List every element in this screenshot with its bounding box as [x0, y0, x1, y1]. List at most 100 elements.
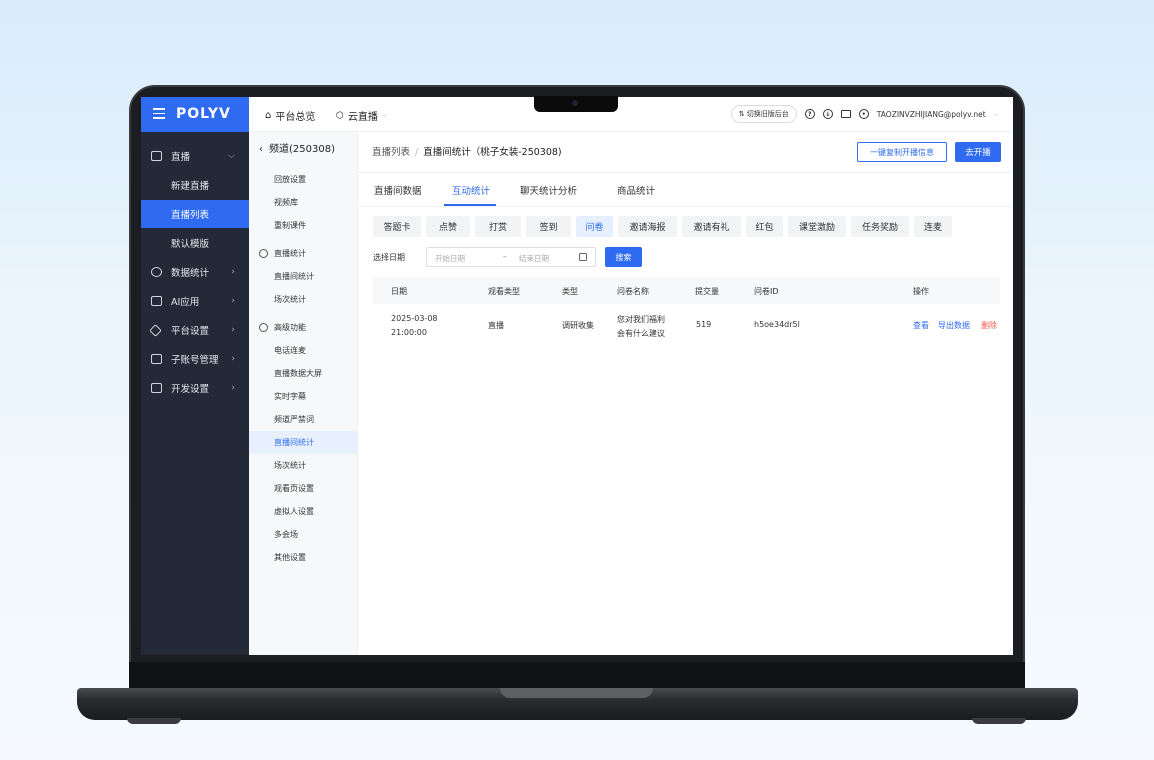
channel-item-playback-settings[interactable]: 回放设置 [249, 168, 358, 191]
channel-item-other-settings[interactable]: 其他设置 [249, 546, 358, 569]
chip-class-incentive[interactable]: 课堂激励 [788, 216, 846, 237]
user-account[interactable]: TAOZINVZHIJIANG@polyv.net [877, 110, 986, 119]
layers-icon [149, 323, 162, 337]
nav-platform-overview[interactable]: ⌂ 平台总览 [265, 108, 315, 123]
stats-icon [259, 249, 268, 258]
sidebar-item-data-stats[interactable]: 数据统计 › [141, 258, 249, 286]
chip-questionnaire[interactable]: 问卷 [576, 216, 613, 237]
main-sidebar: 直播 ⌵ 新建直播 直播列表 默认模版 数据统计 › AI应用 › 平台设置 › [141, 132, 249, 655]
channel-item-session-stats-2[interactable]: 场次统计 [249, 454, 358, 477]
sidebar-item-new-live[interactable]: 新建直播 [141, 171, 249, 199]
gear-icon [259, 323, 268, 332]
video-icon [151, 151, 162, 161]
menu-icon[interactable] [153, 108, 165, 120]
channel-group-advanced: 高级功能 [249, 316, 358, 339]
row-type: 调研收集 [562, 321, 594, 330]
col-date: 日期 [391, 287, 407, 296]
col-actions: 操作 [913, 287, 929, 296]
channel-item-multi-venue[interactable]: 多会场 [249, 523, 358, 546]
table-header: 日期 观看类型 类型 问卷名称 提交量 问卷ID 操作 [373, 277, 1000, 304]
calendar-icon[interactable] [579, 253, 587, 261]
channel-item-video-library[interactable]: 视频库 [249, 191, 358, 214]
channel-item-phone-mic[interactable]: 电话连麦 [249, 339, 358, 362]
tab-chat-analysis[interactable]: 聊天统计分析 [520, 183, 577, 197]
chevron-right-icon: › [231, 383, 235, 393]
chip-answer-card[interactable]: 答题卡 [373, 216, 421, 237]
download-icon[interactable]: ↓ [822, 109, 833, 119]
export-data-link[interactable]: 导出数据 [938, 320, 970, 331]
chip-task-reward[interactable]: 任务奖励 [851, 216, 909, 237]
tabs: 直播间数据 互动统计 聊天统计分析 商品统计 [358, 173, 1013, 207]
row-name-line1: 您对我们福利 [617, 315, 665, 324]
sidebar-item-live[interactable]: 直播 ⌵ [141, 142, 249, 170]
chip-red-packet[interactable]: 红包 [746, 216, 783, 237]
channel-item-remake-courseware[interactable]: 重制课件 [249, 214, 358, 237]
date-end-input[interactable]: 结束日期 [519, 253, 549, 264]
col-count: 提交量 [695, 287, 719, 296]
col-type: 类型 [562, 287, 578, 296]
chip-invite-poster[interactable]: 邀请海报 [618, 216, 677, 237]
col-id: 问卷ID [754, 287, 779, 296]
screen: POLYV ⌂ 平台总览 ⬡ 云直播 ⌵ ⇅ 切换旧版后台 ? ↓ • TAOZ… [141, 97, 1013, 655]
chip-reward[interactable]: 打赏 [475, 216, 521, 237]
row-time: 21:00:00 [391, 328, 427, 337]
channel-item-session-stats[interactable]: 场次统计 [249, 288, 358, 311]
cube-icon: ⬡ [336, 110, 344, 121]
copy-live-info-button[interactable]: 一键复制开播信息 [857, 142, 947, 162]
logo: POLYV [176, 106, 231, 122]
tab-interaction-stats[interactable]: 互动统计 [452, 183, 490, 197]
laptop-base-notch [500, 688, 653, 698]
channel-item-room-stats-active[interactable]: 直播间统计 [249, 431, 358, 454]
code-icon [151, 383, 162, 393]
channel-item-subtitles[interactable]: 实时字幕 [249, 385, 358, 408]
chip-checkin[interactable]: 签到 [526, 216, 571, 237]
channel-item-data-screen[interactable]: 直播数据大屏 [249, 362, 358, 385]
date-label: 选择日期 [373, 253, 405, 262]
row-date: 2025-03-08 [391, 314, 438, 323]
page-title: 直播间统计（桃子女装-250308) [423, 147, 562, 158]
chip-like[interactable]: 点赞 [426, 216, 470, 237]
chevron-down-icon: ⌵ [381, 111, 388, 119]
delete-link[interactable]: 删除 [981, 320, 997, 331]
sidebar-item-ai[interactable]: AI应用 › [141, 287, 249, 315]
channel-item-watch-page[interactable]: 观看页设置 [249, 477, 358, 500]
tab-product-stats[interactable]: 商品统计 [617, 183, 655, 197]
channel-item-banned-words[interactable]: 频道严禁词 [249, 408, 358, 431]
chip-mic-link[interactable]: 连麦 [914, 216, 952, 237]
channel-title[interactable]: ‹ 频道(250308) [259, 140, 335, 155]
mail-icon[interactable] [840, 110, 851, 118]
view-link[interactable]: 查看 [913, 320, 929, 331]
chart-icon [151, 267, 162, 277]
breadcrumb-root[interactable]: 直播列表 [372, 147, 410, 158]
help-icon[interactable]: ? [804, 109, 815, 119]
sidebar-item-platform-settings[interactable]: 平台设置 › [141, 316, 249, 344]
nav-cloud-live[interactable]: ⬡ 云直播 ⌵ [336, 108, 388, 124]
sidebar-item-dev-settings[interactable]: 开发设置 › [141, 374, 249, 402]
sidebar-item-default-template[interactable]: 默认模版 [141, 229, 249, 257]
chip-invite-gift[interactable]: 邀请有礼 [682, 216, 741, 237]
switch-icon: ⇅ [738, 110, 745, 118]
breadcrumb: 直播列表 / 直播间统计（桃子女装-250308) [372, 147, 562, 158]
camera-notch [534, 96, 618, 112]
start-live-button[interactable]: 去开播 [955, 142, 1001, 162]
sidebar-item-live-list[interactable]: 直播列表 [141, 200, 249, 228]
chevron-left-icon[interactable]: ‹ [259, 144, 263, 155]
date-range-picker[interactable]: 开始日期 – 结束日期 [426, 247, 596, 267]
tab-room-data[interactable]: 直播间数据 [374, 183, 422, 197]
chevron-right-icon: › [231, 296, 235, 306]
account-icon [151, 354, 162, 364]
chevron-right-icon: › [231, 267, 235, 277]
user-icon[interactable]: • [858, 109, 869, 119]
table-row: 2025-03-08 21:00:00 直播 调研收集 您对我们福利 会有什么建… [373, 304, 1000, 354]
date-start-input[interactable]: 开始日期 [435, 253, 465, 264]
sidebar-item-sub-accounts[interactable]: 子账号管理 › [141, 345, 249, 373]
chevron-down-icon[interactable]: ⌵ [994, 110, 999, 119]
row-name-line2: 会有什么建议 [617, 329, 665, 338]
top-right-tools: ⇅ 切换旧版后台 ? ↓ • TAOZINVZHIJIANG@polyv.net… [730, 105, 999, 123]
channel-item-virtual-human[interactable]: 虚拟人设置 [249, 500, 358, 523]
channel-item-room-stats[interactable]: 直播间统计 [249, 265, 358, 288]
switch-old-version-button[interactable]: ⇅ 切换旧版后台 [730, 105, 797, 123]
search-button[interactable]: 搜索 [605, 247, 642, 267]
chevron-right-icon: › [231, 325, 235, 335]
row-watch-type: 直播 [488, 321, 504, 330]
